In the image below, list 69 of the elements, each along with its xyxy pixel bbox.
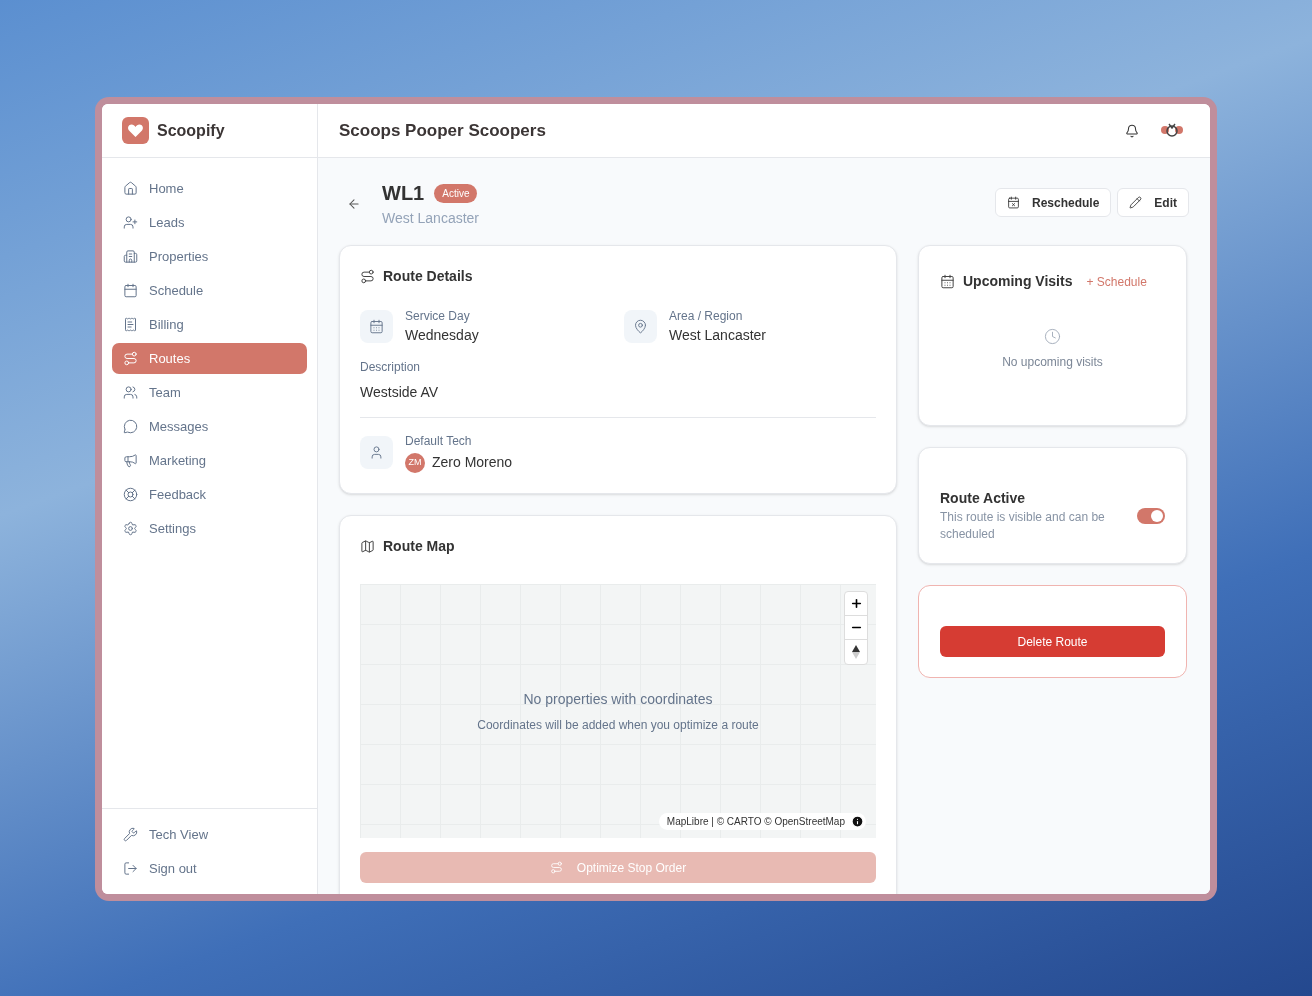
schedule-link[interactable]: + Schedule [1086,272,1147,291]
field-value: Westside AV [360,383,440,402]
card-title: Upcoming Visits [963,272,1073,291]
map-empty-hint: Coordinates will be added when you optimize a route [477,716,759,734]
field-label: Area / Region [669,308,744,325]
map-attribution: MapLibre | © CARTO © OpenStreetMap [666,815,845,829]
nav-item[interactable]: Home [112,173,307,204]
building-icon [123,249,138,264]
action-button[interactable]: Reschedule [994,188,1112,217]
nav-item[interactable]: Team [112,377,307,408]
action-button[interactable]: Edit [1117,188,1189,217]
megaphone-icon [123,453,138,468]
bell-icon[interactable] [1125,123,1139,138]
nav-item[interactable]: Sign out [112,853,307,884]
delete-route-button[interactable]: Delete Route [940,626,1165,657]
nav-item[interactable]: Leads [112,207,307,238]
organization-title: Scoops Pooper Scoopers [339,119,546,142]
info-icon[interactable] [851,815,864,828]
field-value: Wednesday [405,326,479,345]
nav-item[interactable]: Routes [112,343,307,374]
card-title: Route Details [383,267,473,286]
field-label: Default Tech [405,433,473,450]
receipt-icon [123,317,138,332]
map-icon [360,539,375,554]
calendar-icon [123,283,138,298]
nav-item[interactable]: Settings [112,513,307,544]
setting-title: Route Active [940,489,1027,508]
calendar-icon [940,274,955,289]
nav-item[interactable]: Marketing [112,445,307,476]
chat-bubble-icon [123,419,138,434]
app-name: Scoopify [157,120,225,141]
nav-item[interactable]: Properties [112,241,307,272]
calendar-icon [369,319,384,334]
nav-item[interactable]: Billing [112,309,307,340]
tech-avatar: ZM [405,452,425,473]
field-label: Service Day [405,308,471,325]
nav-item[interactable]: Feedback [112,479,307,510]
empty-message: No upcoming visits [1002,354,1103,371]
route-icon [549,861,563,874]
route-title: WL1 [382,181,425,206]
sign-out-icon [123,861,138,876]
map-empty-title: No properties with coordinates [523,689,713,709]
nav-item[interactable]: Tech View [112,819,307,850]
clock-icon [1044,328,1061,345]
map-pin-icon [633,319,648,334]
route-icon [123,351,138,366]
nav-item[interactable]: Schedule [112,275,307,306]
settings-icon [123,521,138,536]
compass-icon [852,645,860,659]
field-value: Zero Moreno [432,453,513,472]
setting-description: This route is visible and can be scheduled [940,509,1106,543]
pencil-icon [1129,196,1143,209]
status-badge: Active [434,183,478,203]
users-icon [123,385,138,400]
home-icon [123,181,138,196]
lifebuoy-icon [123,487,138,502]
logo-icon [122,117,149,144]
person-icon [369,445,384,460]
nav-item[interactable]: Messages [112,411,307,442]
toggle-switch[interactable] [1137,507,1165,524]
user-plus-icon [123,215,138,230]
card-title: Route Map [383,537,455,556]
field-value: West Lancaster [669,326,766,345]
calendar-icon [1006,196,1020,209]
wrench-icon [123,827,138,842]
route-icon [360,269,375,284]
route-subtitle: West Lancaster [382,209,479,228]
plus-icon [849,597,863,610]
field-label: Description [360,359,422,376]
